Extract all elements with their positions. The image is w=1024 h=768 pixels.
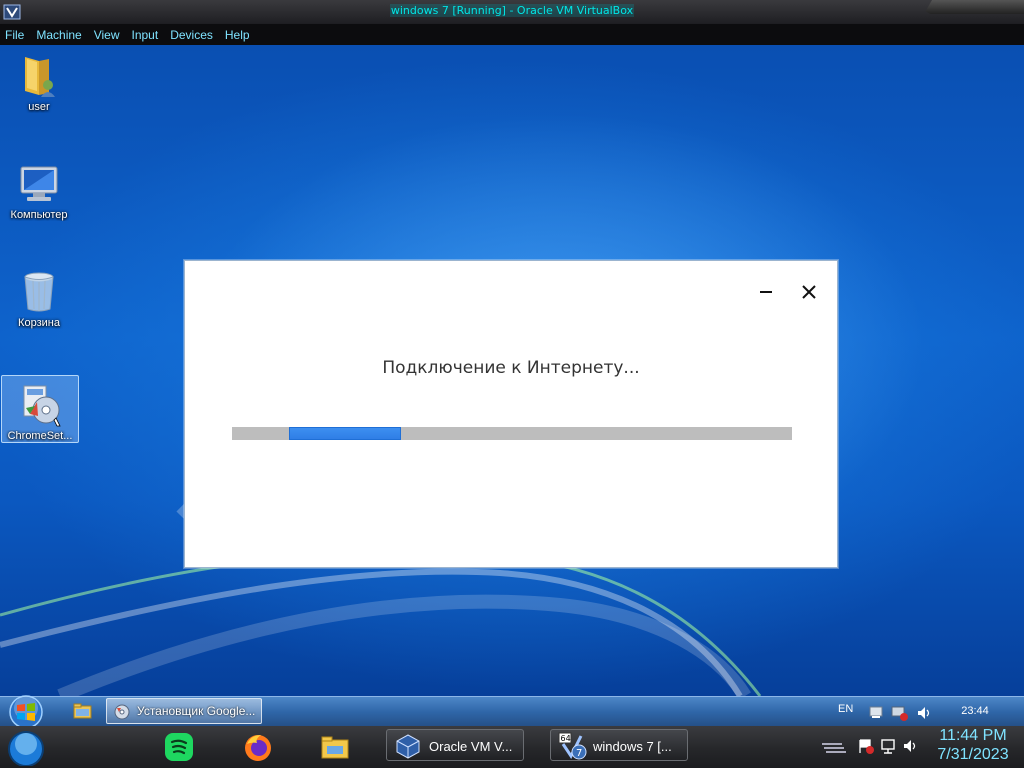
file-explorer-icon[interactable] bbox=[318, 730, 352, 764]
installer-icon bbox=[23, 385, 61, 427]
host-clock-time[interactable]: 11:44 PM bbox=[926, 727, 1020, 745]
explorer-folder-icon[interactable] bbox=[62, 699, 102, 725]
desktop-icon-label: user bbox=[28, 101, 50, 113]
taskbar-item-label: Oracle VM V... bbox=[429, 739, 513, 754]
installer-dialog: Подключение к Интернету... bbox=[184, 260, 838, 568]
system-tray bbox=[869, 706, 930, 721]
desktop-icon-chromesetup[interactable]: ChromeSet... bbox=[1, 375, 79, 443]
host-taskbar: Oracle VM V... 64 7 windows 7 [... 11:44… bbox=[0, 726, 1024, 768]
language-indicator[interactable]: EN bbox=[838, 703, 853, 715]
vbox-menubar: File Machine View Input Devices Help bbox=[0, 24, 1024, 45]
volume-icon[interactable] bbox=[918, 707, 930, 719]
menu-devices[interactable]: Devices bbox=[164, 28, 219, 42]
window-controls[interactable] bbox=[924, 0, 1024, 14]
vbox-titlebar[interactable]: windows 7 [Running] - Oracle VM VirtualB… bbox=[0, 0, 1024, 24]
svg-text:7: 7 bbox=[576, 748, 582, 759]
firefox-icon[interactable] bbox=[241, 730, 275, 764]
window-title: windows 7 [Running] - Oracle VM VirtualB… bbox=[389, 4, 635, 17]
computer-icon bbox=[20, 166, 58, 201]
host-system-tray bbox=[822, 739, 916, 754]
taskbar-item-vm-windows7[interactable]: 64 7 windows 7 [... bbox=[550, 729, 688, 761]
taskbar-item-label: Установщик Google... bbox=[137, 704, 256, 718]
windows-start-icon[interactable] bbox=[6, 694, 46, 730]
desktop-icon-recycle-bin[interactable]: Корзина bbox=[1, 263, 77, 329]
volume-icon[interactable] bbox=[904, 740, 916, 752]
keyboard-icon[interactable] bbox=[822, 743, 846, 753]
network-icon[interactable] bbox=[881, 739, 895, 754]
tray-flag-icon[interactable] bbox=[869, 706, 883, 718]
svg-text:64: 64 bbox=[561, 734, 571, 743]
installer-icon bbox=[114, 704, 130, 720]
host-clock-date[interactable]: 7/31/2023 bbox=[926, 746, 1020, 764]
close-icon[interactable] bbox=[799, 282, 819, 302]
guest-taskbar: Установщик Google... EN 23:44 bbox=[0, 694, 1024, 730]
user-folder-icon bbox=[25, 57, 55, 97]
desktop-icon-user[interactable]: user bbox=[1, 47, 77, 113]
guest-clock[interactable]: 23:44 bbox=[950, 705, 1000, 717]
menu-file[interactable]: File bbox=[0, 28, 30, 42]
taskbar-item-virtualbox[interactable]: Oracle VM V... bbox=[386, 729, 524, 761]
menu-help[interactable]: Help bbox=[219, 28, 256, 42]
recycle-bin-icon bbox=[24, 272, 54, 312]
action-center-flag-icon[interactable] bbox=[859, 739, 874, 754]
taskbar-item-label: windows 7 [... bbox=[593, 739, 672, 754]
virtualbox-icon bbox=[396, 734, 420, 759]
network-icon[interactable] bbox=[891, 706, 908, 721]
host-start-icon[interactable] bbox=[5, 730, 47, 766]
menu-view[interactable]: View bbox=[88, 28, 126, 42]
minimize-button[interactable] bbox=[756, 283, 776, 299]
taskbar-item-installer[interactable]: Установщик Google... bbox=[106, 698, 262, 724]
menu-machine[interactable]: Machine bbox=[30, 28, 87, 42]
spotify-icon[interactable] bbox=[162, 730, 196, 764]
desktop-icon-label: ChromeSet... bbox=[7, 430, 73, 442]
desktop-icon-label: Компьютер bbox=[10, 209, 68, 221]
desktop-icon-computer[interactable]: Компьютер bbox=[1, 155, 77, 221]
desktop-icon-label: Корзина bbox=[18, 317, 60, 329]
vm-windows7-icon: 64 7 bbox=[558, 732, 587, 760]
progress-indicator bbox=[289, 427, 401, 440]
guest-desktop[interactable]: user Компьютер Корзина ChromeSet... Подк… bbox=[0, 45, 1024, 696]
progress-bar bbox=[232, 427, 792, 440]
dialog-message: Подключение к Интернету... bbox=[382, 358, 640, 378]
menu-input[interactable]: Input bbox=[126, 28, 165, 42]
